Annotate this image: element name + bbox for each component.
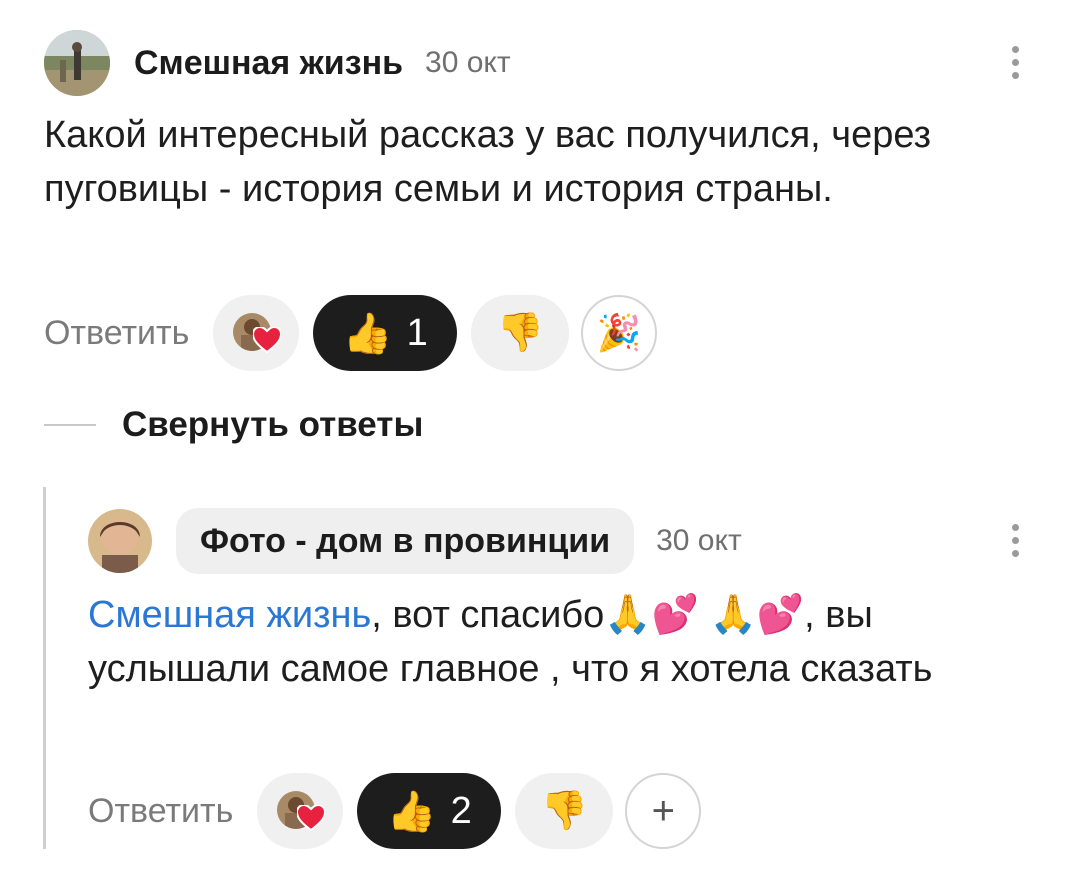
reply-button[interactable]: Ответить: [88, 792, 233, 831]
collapse-replies-label: Свернуть ответы: [122, 405, 424, 444]
like-button[interactable]: 👍 2: [357, 773, 502, 849]
author-avatar[interactable]: [44, 30, 110, 96]
heart-icon: [297, 805, 326, 831]
thread-line: [43, 487, 46, 849]
reply-text-after-emoji: , вы: [804, 594, 873, 636]
more-vertical-icon[interactable]: [1009, 46, 1021, 79]
comment-text: Какой интересный рассказ у вас получился…: [44, 114, 932, 210]
comment-date: 30 окт: [425, 46, 511, 79]
collapse-line: [44, 424, 96, 426]
thumbs-down-emoji: 👎: [496, 312, 544, 354]
author-heart-badge[interactable]: [213, 295, 300, 371]
reply-actions: Ответить 👍 2 👎 +: [88, 773, 702, 849]
reply-author-chip[interactable]: Фото - дом в провинции: [176, 508, 635, 574]
author-heart-badge[interactable]: [257, 773, 344, 849]
reply-author-name: Фото - дом в провинции: [200, 521, 611, 560]
reply-text-rest: услышали самое главное , что я хотела ск…: [88, 648, 933, 690]
like-button[interactable]: 👍 1: [313, 295, 458, 371]
heart-icon: [253, 327, 282, 353]
dislike-button[interactable]: 👎: [515, 773, 614, 849]
reply-date: 30 окт: [656, 524, 742, 557]
thumbs-up-emoji: 👍: [386, 789, 437, 834]
reply-text: Смешная жизнь, вот спасибо🙏💕 🙏💕, вы услы…: [88, 588, 1028, 696]
more-vertical-icon[interactable]: [1009, 524, 1021, 557]
party-popper-emoji: 🎉: [596, 312, 642, 353]
plus-icon: +: [651, 788, 676, 833]
mention-link[interactable]: Смешная жизнь: [88, 594, 371, 636]
add-reaction-button[interactable]: +: [625, 773, 702, 849]
thumbs-up-emoji: 👍: [342, 311, 393, 356]
collapse-replies[interactable]: Свернуть ответы: [44, 405, 423, 445]
like-count: 2: [450, 789, 472, 832]
reply-button[interactable]: Ответить: [44, 314, 189, 353]
pray-emoji: 🙏: [709, 594, 757, 636]
reply-header: Фото - дом в провинции 30 окт: [88, 508, 742, 574]
hearts-emoji: 💕: [756, 594, 805, 636]
reply-text-start: , вот спасибо: [371, 594, 605, 636]
hearts-emoji: 💕: [651, 594, 699, 636]
reply-author-avatar[interactable]: [88, 509, 152, 573]
like-count: 1: [406, 311, 428, 354]
pray-emoji: 🙏: [604, 594, 652, 636]
avatar-photo: [44, 30, 110, 96]
avatar-photo: [88, 509, 152, 573]
comment-header: Смешная жизнь 30 окт: [44, 30, 511, 96]
party-reaction-button[interactable]: 🎉: [581, 295, 658, 371]
comment-actions: Ответить 👍 1 👎 🎉: [44, 295, 658, 371]
author-name[interactable]: Смешная жизнь: [134, 44, 403, 83]
dislike-button[interactable]: 👎: [471, 295, 570, 371]
thumbs-down-emoji: 👎: [540, 790, 588, 832]
